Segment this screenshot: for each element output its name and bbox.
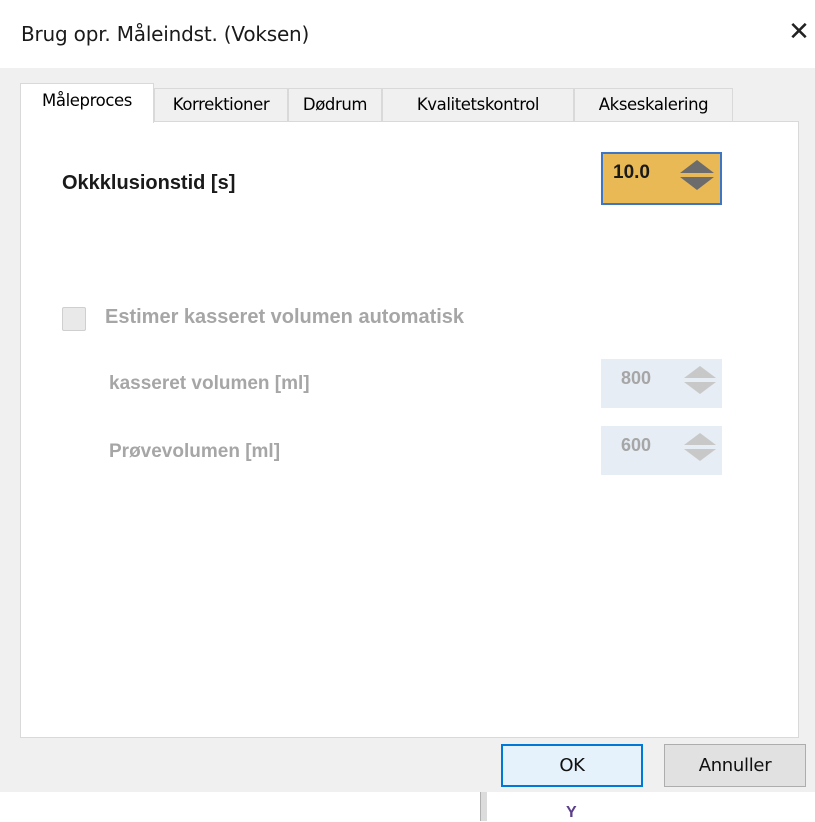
spin-arrows-icon[interactable] <box>682 364 718 396</box>
sample-volume-value[interactable]: 600 <box>621 435 651 456</box>
estimate-discarded-checkbox[interactable] <box>62 307 86 331</box>
sample-volume-label: Prøvevolumen [ml] <box>109 441 281 462</box>
spin-arrows-icon[interactable] <box>678 158 716 192</box>
occlusion-time-label: Okkklusionstid [s] <box>62 172 236 194</box>
background-divider <box>480 792 487 821</box>
background-marker: Y <box>566 804 577 821</box>
tab-doedrum[interactable]: Dødrum <box>288 88 382 121</box>
background-window-strip <box>0 792 815 821</box>
sample-volume-stepper[interactable]: 600 <box>601 426 722 475</box>
estimate-discarded-label: Estimer kasseret volumen automatisk <box>105 306 465 328</box>
cancel-button[interactable]: Annuller <box>664 744 806 787</box>
ok-button[interactable]: OK <box>501 744 643 787</box>
discarded-volume-stepper[interactable]: 800 <box>601 359 722 408</box>
discarded-volume-value[interactable]: 800 <box>621 368 651 389</box>
spin-arrows-icon[interactable] <box>682 431 718 463</box>
tab-korrektioner[interactable]: Korrektioner <box>154 88 288 121</box>
close-icon[interactable]: ✕ <box>784 14 814 50</box>
window-title: Brug opr. Måleindst. (Voksen) <box>21 22 310 46</box>
discarded-volume-label: kasseret volumen [ml] <box>109 373 310 394</box>
tab-kvalitetskontrol[interactable]: Kvalitetskontrol <box>382 88 574 121</box>
occlusion-time-stepper[interactable]: 10.0 <box>601 152 722 205</box>
tab-maaleproces[interactable]: Måleproces <box>20 83 154 123</box>
title-bar: Brug opr. Måleindst. (Voksen) ✕ <box>0 0 815 68</box>
occlusion-time-value[interactable]: 10.0 <box>613 162 650 184</box>
tab-akseskalering[interactable]: Akseskalering <box>574 88 733 121</box>
